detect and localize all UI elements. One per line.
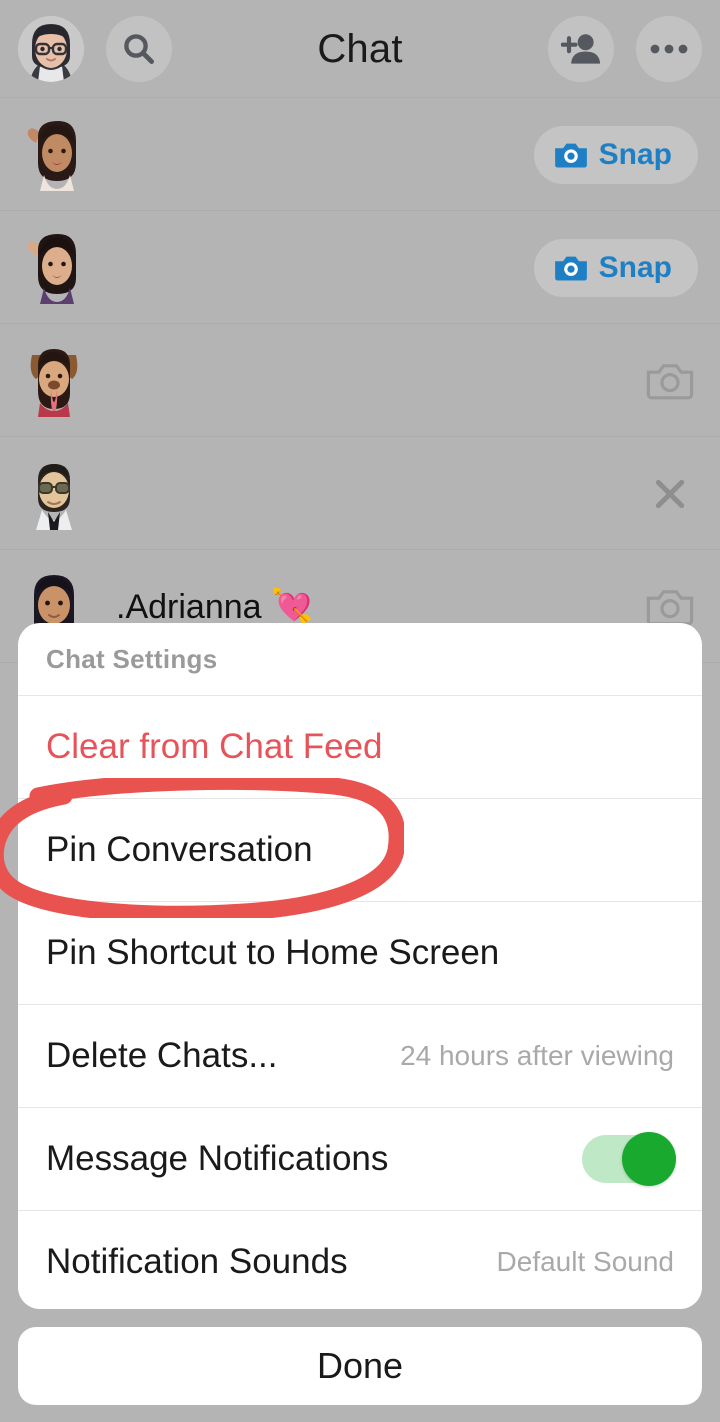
add-friend-button[interactable]: [548, 16, 614, 82]
sheet-item-label: Delete Chats...: [46, 1036, 278, 1075]
close-icon: [655, 479, 685, 508]
profile-avatar-button[interactable]: [18, 16, 84, 82]
snapchat-chat-screen: Chat Snap Snap .Adrianna 💘 Chat Settings…: [0, 0, 720, 1422]
sheet-item-message-notifications[interactable]: Message Notifications: [18, 1108, 702, 1210]
add-friend-icon: [561, 34, 601, 64]
more-options-button[interactable]: [636, 16, 702, 82]
bitmoji-waving-avatar-icon: [18, 119, 90, 191]
sheet-item-clear-from-chat-feed[interactable]: Clear from Chat Feed: [18, 696, 702, 798]
bitmoji-waving-avatar-icon: [18, 232, 90, 304]
camera-icon: [554, 143, 587, 167]
chat-list-item[interactable]: [0, 324, 720, 437]
message-notifications-toggle[interactable]: [582, 1132, 676, 1186]
app-header: Chat: [0, 0, 720, 98]
camera-icon: [646, 589, 694, 625]
snap-button-label: Snap: [598, 250, 672, 284]
sheet-item-notification-sounds[interactable]: Notification Sounds Default Sound: [18, 1211, 702, 1309]
chat-item-name: .Adrianna 💘: [116, 587, 314, 626]
sheet-item-label: Pin Shortcut to Home Screen: [46, 933, 500, 972]
close-button[interactable]: [642, 466, 698, 522]
sheet-item-value: 24 hours after viewing: [400, 1040, 674, 1071]
camera-button[interactable]: [642, 353, 698, 409]
more-options-icon: [650, 44, 688, 54]
chat-list-item[interactable]: Snap: [0, 211, 720, 324]
chat-list-item[interactable]: Snap: [0, 98, 720, 211]
bitmoji-dog-filter-avatar-icon: [18, 345, 90, 417]
sheet-item-delete-chats[interactable]: Delete Chats... 24 hours after viewing: [18, 1005, 702, 1107]
snap-button[interactable]: Snap: [533, 125, 698, 184]
done-button[interactable]: Done: [18, 1327, 702, 1405]
sheet-item-label: Notification Sounds: [46, 1242, 348, 1281]
sheet-item-label: Pin Conversation: [46, 830, 313, 869]
sheet-item-pin-conversation[interactable]: Pin Conversation: [18, 799, 702, 901]
sheet-item-value: Default Sound: [496, 1246, 674, 1277]
camera-icon: [554, 256, 587, 280]
header-actions: [548, 16, 702, 82]
bitmoji-sunglasses-avatar-icon: [18, 458, 90, 530]
search-button[interactable]: [106, 16, 172, 82]
sheet-item-label: Clear from Chat Feed: [46, 727, 383, 766]
chat-list-item[interactable]: [0, 437, 720, 550]
snap-button-label: Snap: [598, 137, 672, 171]
sheet-item-label: Message Notifications: [46, 1139, 389, 1178]
snap-button[interactable]: Snap: [533, 238, 698, 297]
sheet-title: Chat Settings: [46, 643, 218, 674]
sheet-item-pin-shortcut-to-home-screen[interactable]: Pin Shortcut to Home Screen: [18, 902, 702, 1004]
toggle-knob: [622, 1132, 676, 1186]
chat-settings-action-sheet: Chat Settings Clear from Chat Feed Pin C…: [18, 623, 702, 1309]
camera-icon: [646, 363, 694, 399]
bitmoji-avatar-icon: [18, 16, 84, 82]
search-icon: [124, 34, 154, 64]
